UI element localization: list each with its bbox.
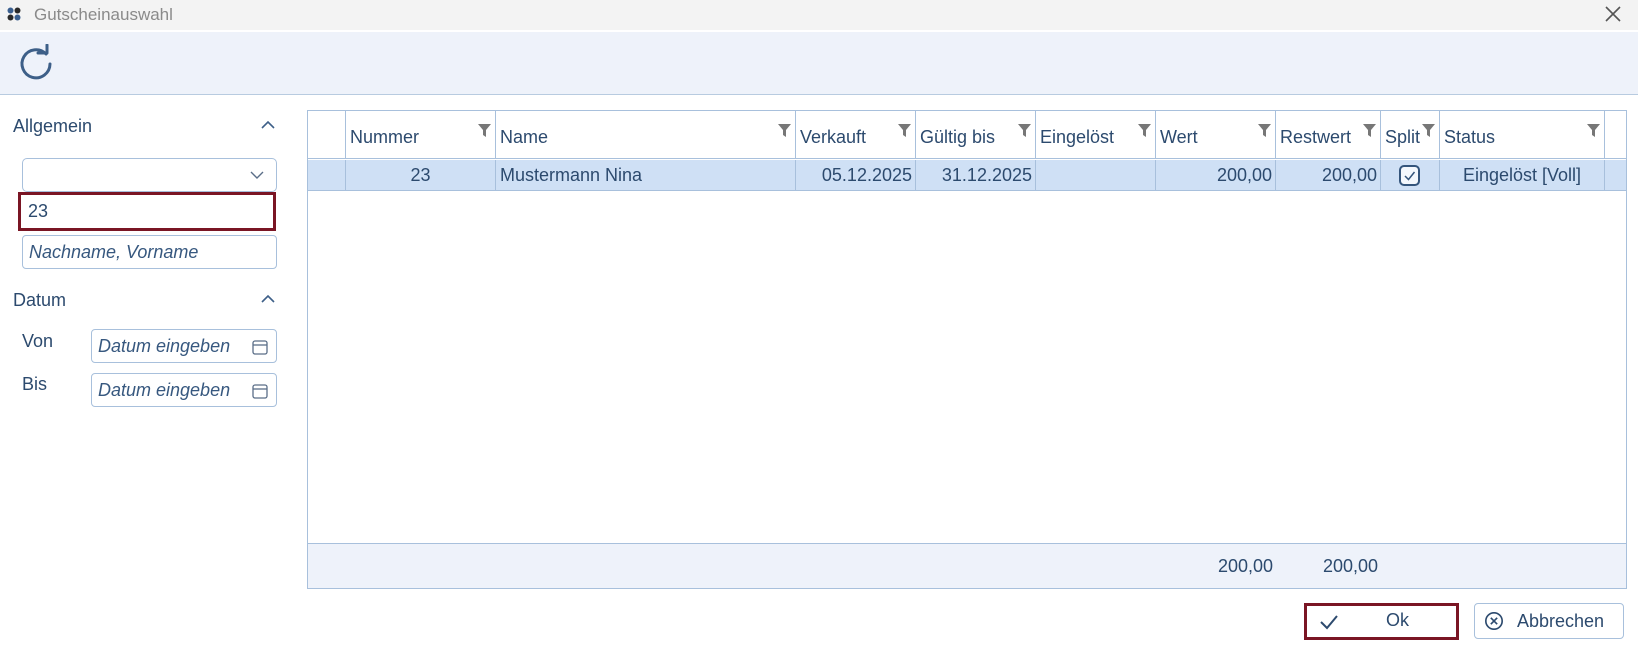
column-header-nummer[interactable]: Nummer	[346, 111, 496, 159]
column-header-gueltig-bis[interactable]: Gültig bis	[916, 111, 1036, 159]
cell-split	[1381, 160, 1440, 191]
column-label: Wert	[1160, 127, 1198, 147]
category-select[interactable]	[22, 158, 277, 192]
column-header-restwert[interactable]: Restwert	[1276, 111, 1381, 159]
cancel-button-label: Abbrechen	[1517, 611, 1605, 631]
calendar-icon[interactable]	[252, 339, 268, 355]
date-to-input[interactable]: Datum eingeben	[91, 373, 277, 407]
filter-panel: Allgemein 23 Nachname, Vorname Datum Von…	[0, 96, 290, 646]
chevron-up-icon[interactable]	[260, 294, 276, 304]
filter-funnel-icon[interactable]	[1363, 123, 1376, 138]
ok-button-label: Ok	[1386, 610, 1410, 630]
filter-funnel-icon[interactable]	[1258, 123, 1271, 138]
column-label: Status	[1444, 127, 1496, 147]
column-header-status[interactable]: Status	[1440, 111, 1605, 159]
column-header-wert[interactable]: Wert	[1156, 111, 1276, 159]
date-from-input[interactable]: Datum eingeben	[91, 329, 277, 363]
app-grid-icon	[7, 7, 21, 21]
calendar-icon[interactable]	[252, 383, 268, 399]
column-label: Eingelöst	[1040, 127, 1115, 147]
cell-restwert: 200,00	[1276, 160, 1381, 191]
cell-eingeloest	[1036, 160, 1156, 191]
voucher-grid: Nummer Name Verkauft Gültig bis Eingelös…	[307, 110, 1627, 589]
row-selector[interactable]	[308, 160, 346, 191]
chevron-down-icon	[250, 171, 264, 179]
grid-header: Nummer Name Verkauft Gültig bis Eingelös…	[308, 111, 1626, 159]
cell-status: Eingelöst [Voll]	[1440, 160, 1605, 191]
chevron-up-icon[interactable]	[260, 120, 276, 130]
filter-funnel-icon[interactable]	[1422, 123, 1435, 138]
cell-wert: 200,00	[1156, 160, 1276, 191]
voucher-number-input[interactable]: 23	[22, 196, 272, 227]
column-header-eingeloest[interactable]: Eingelöst	[1036, 111, 1156, 159]
filter-funnel-icon[interactable]	[778, 123, 791, 138]
cell-verkauft: 05.12.2025	[796, 160, 916, 191]
cancel-circle-x-icon	[1485, 612, 1503, 630]
title-bar: Gutscheinauswahl	[0, 0, 1638, 30]
column-label: Nummer	[350, 127, 420, 147]
to-label: Bis	[22, 374, 48, 394]
column-header-split[interactable]: Split	[1381, 111, 1440, 159]
total-wert: 200,00	[1217, 556, 1273, 576]
section-date-title: Datum	[13, 290, 67, 310]
column-header-selector	[308, 111, 346, 159]
column-label: Restwert	[1280, 127, 1352, 147]
grid-totals-row: 200,00 200,00	[308, 543, 1626, 588]
section-general-title: Allgemein	[13, 116, 93, 136]
table-row[interactable]: 23 Mustermann Nina 05.12.2025 31.12.2025…	[308, 160, 1626, 191]
window-title: Gutscheinauswahl	[34, 5, 173, 24]
cell-nummer: 23	[346, 160, 496, 191]
from-label: Von	[22, 331, 54, 351]
total-restwert: 200,00	[1322, 556, 1378, 576]
column-label: Name	[500, 127, 549, 147]
date-from-placeholder: Datum eingeben	[98, 336, 231, 356]
refresh-icon[interactable]	[16, 44, 56, 84]
column-header-verkauft[interactable]: Verkauft	[796, 111, 916, 159]
column-label: Split	[1385, 127, 1421, 147]
cell-name: Mustermann Nina	[496, 160, 796, 191]
name-input[interactable]: Nachname, Vorname	[22, 235, 277, 269]
column-header-name[interactable]: Name	[496, 111, 796, 159]
filter-funnel-icon[interactable]	[1587, 123, 1600, 138]
close-icon[interactable]	[1602, 3, 1624, 25]
ok-button[interactable]: Ok	[1308, 606, 1455, 637]
filter-funnel-icon[interactable]	[1138, 123, 1151, 138]
date-to-placeholder: Datum eingeben	[98, 380, 231, 400]
cell-gueltig-bis: 31.12.2025	[916, 160, 1036, 191]
cancel-button[interactable]: Abbrechen	[1474, 603, 1624, 639]
filter-funnel-icon[interactable]	[898, 123, 911, 138]
column-label: Verkauft	[800, 127, 867, 147]
filter-funnel-icon[interactable]	[478, 123, 491, 138]
column-label: Gültig bis	[920, 127, 996, 147]
toolbar	[0, 32, 1638, 95]
filter-funnel-icon[interactable]	[1018, 123, 1031, 138]
checkmark-icon	[1320, 615, 1338, 630]
check-icon	[1404, 171, 1416, 181]
split-checkbox[interactable]	[1399, 165, 1420, 186]
